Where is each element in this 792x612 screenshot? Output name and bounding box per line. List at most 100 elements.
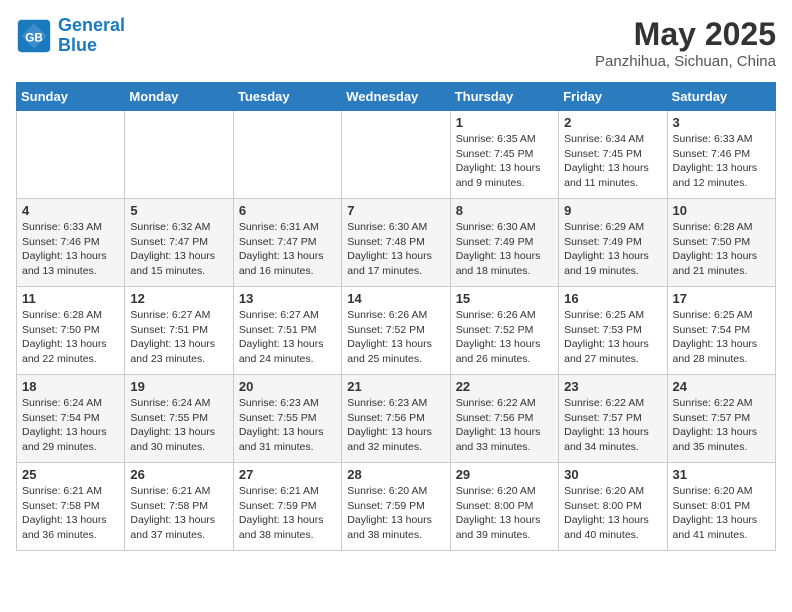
calendar-cell: 18 Sunrise: 6:24 AM Sunset: 7:54 PM Dayli… [17,375,125,463]
calendar-cell: 23 Sunrise: 6:22 AM Sunset: 7:57 PM Dayli… [559,375,667,463]
day-number: 22 [456,379,553,394]
month-year: May 2025 [595,16,776,53]
calendar-cell: 25 Sunrise: 6:21 AM Sunset: 7:58 PM Dayli… [17,463,125,551]
day-info: Sunrise: 6:30 AM Sunset: 7:49 PM Dayligh… [456,220,553,279]
day-info: Sunrise: 6:33 AM Sunset: 7:46 PM Dayligh… [22,220,119,279]
day-number: 9 [564,203,661,218]
location: Panzhihua, Sichuan, China [595,53,776,70]
day-number: 6 [239,203,336,218]
day-info: Sunrise: 6:22 AM Sunset: 7:57 PM Dayligh… [564,396,661,455]
weekday-header-row: SundayMondayTuesdayWednesdayThursdayFrid… [17,83,776,111]
day-info: Sunrise: 6:20 AM Sunset: 7:59 PM Dayligh… [347,484,444,543]
day-info: Sunrise: 6:22 AM Sunset: 7:56 PM Dayligh… [456,396,553,455]
day-number: 24 [673,379,770,394]
title-block: May 2025 Panzhihua, Sichuan, China [595,16,776,70]
svg-text:GB: GB [25,31,43,44]
calendar-cell: 11Sunrise: 6:28 AM Sunset: 7:50 PM Dayli… [17,287,125,375]
day-info: Sunrise: 6:31 AM Sunset: 7:47 PM Dayligh… [239,220,336,279]
calendar-cell: 29Sunrise: 6:20 AM Sunset: 8:00 PM Dayli… [450,463,558,551]
calendar-cell: 5Sunrise: 6:32 AM Sunset: 7:47 PM Daylig… [125,199,233,287]
weekday-header: Saturday [667,83,775,111]
day-number: 4 [22,203,119,218]
calendar-cell: 2 Sunrise: 6:34 AM Sunset: 7:45 PM Daylig… [559,111,667,199]
calendar-cell: 4 Sunrise: 6:33 AM Sunset: 7:46 PM Daylig… [17,199,125,287]
day-number: 20 [239,379,336,394]
day-number: 31 [673,467,770,482]
weekday-header: Sunday [17,83,125,111]
logo-icon: GB [16,18,52,54]
calendar-cell: 26 Sunrise: 6:21 AM Sunset: 7:58 PM Dayli… [125,463,233,551]
day-info: Sunrise: 6:26 AM Sunset: 7:52 PM Dayligh… [456,308,553,367]
day-number: 23 [564,379,661,394]
day-info: Sunrise: 6:20 AM Sunset: 8:00 PM Dayligh… [564,484,661,543]
day-number: 11 [22,291,119,306]
calendar-cell: 3Sunrise: 6:33 AM Sunset: 7:46 PM Daylig… [667,111,775,199]
calendar-cell: 15 Sunrise: 6:26 AM Sunset: 7:52 PM Dayli… [450,287,558,375]
calendar-cell: 27Sunrise: 6:21 AM Sunset: 7:59 PM Dayli… [233,463,341,551]
week-row: 25 Sunrise: 6:21 AM Sunset: 7:58 PM Dayli… [17,463,776,551]
logo-line2: Blue [58,35,97,55]
day-info: Sunrise: 6:27 AM Sunset: 7:51 PM Dayligh… [239,308,336,367]
day-number: 14 [347,291,444,306]
day-info: Sunrise: 6:20 AM Sunset: 8:01 PM Dayligh… [673,484,770,543]
day-info: Sunrise: 6:24 AM Sunset: 7:55 PM Dayligh… [130,396,227,455]
calendar-cell: 20 Sunrise: 6:23 AM Sunset: 7:55 PM Dayli… [233,375,341,463]
calendar-cell: 24 Sunrise: 6:22 AM Sunset: 7:57 PM Dayli… [667,375,775,463]
weekday-header: Thursday [450,83,558,111]
day-info: Sunrise: 6:22 AM Sunset: 7:57 PM Dayligh… [673,396,770,455]
day-info: Sunrise: 6:25 AM Sunset: 7:54 PM Dayligh… [673,308,770,367]
day-number: 17 [673,291,770,306]
calendar-cell: 14 Sunrise: 6:26 AM Sunset: 7:52 PM Dayli… [342,287,450,375]
calendar-cell: 1 Sunrise: 6:35 AM Sunset: 7:45 PM Daylig… [450,111,558,199]
calendar-cell: 13Sunrise: 6:27 AM Sunset: 7:51 PM Dayli… [233,287,341,375]
calendar-cell [233,111,341,199]
calendar-table: SundayMondayTuesdayWednesdayThursdayFrid… [16,82,776,551]
day-info: Sunrise: 6:23 AM Sunset: 7:55 PM Dayligh… [239,396,336,455]
calendar-cell: 10 Sunrise: 6:28 AM Sunset: 7:50 PM Dayli… [667,199,775,287]
logo-line1: General [58,15,125,35]
day-info: Sunrise: 6:20 AM Sunset: 8:00 PM Dayligh… [456,484,553,543]
logo: GB General Blue [16,16,125,56]
day-number: 3 [673,115,770,130]
day-number: 26 [130,467,227,482]
day-number: 1 [456,115,553,130]
page-header: GB General Blue May 2025 Panzhihua, Sich… [16,16,776,70]
day-number: 18 [22,379,119,394]
day-number: 19 [130,379,227,394]
day-info: Sunrise: 6:34 AM Sunset: 7:45 PM Dayligh… [564,132,661,191]
day-number: 10 [673,203,770,218]
day-info: Sunrise: 6:25 AM Sunset: 7:53 PM Dayligh… [564,308,661,367]
calendar-cell: 9 Sunrise: 6:29 AM Sunset: 7:49 PM Daylig… [559,199,667,287]
day-number: 12 [130,291,227,306]
calendar-cell: 19 Sunrise: 6:24 AM Sunset: 7:55 PM Dayli… [125,375,233,463]
day-info: Sunrise: 6:21 AM Sunset: 7:58 PM Dayligh… [130,484,227,543]
day-info: Sunrise: 6:26 AM Sunset: 7:52 PM Dayligh… [347,308,444,367]
day-info: Sunrise: 6:24 AM Sunset: 7:54 PM Dayligh… [22,396,119,455]
day-info: Sunrise: 6:29 AM Sunset: 7:49 PM Dayligh… [564,220,661,279]
day-info: Sunrise: 6:21 AM Sunset: 7:58 PM Dayligh… [22,484,119,543]
day-info: Sunrise: 6:30 AM Sunset: 7:48 PM Dayligh… [347,220,444,279]
calendar-cell: 6 Sunrise: 6:31 AM Sunset: 7:47 PM Daylig… [233,199,341,287]
day-number: 5 [130,203,227,218]
day-number: 25 [22,467,119,482]
day-number: 15 [456,291,553,306]
week-row: 1 Sunrise: 6:35 AM Sunset: 7:45 PM Daylig… [17,111,776,199]
day-number: 27 [239,467,336,482]
calendar-cell: 31 Sunrise: 6:20 AM Sunset: 8:01 PM Dayli… [667,463,775,551]
day-number: 2 [564,115,661,130]
weekday-header: Friday [559,83,667,111]
day-number: 30 [564,467,661,482]
calendar-cell: 8 Sunrise: 6:30 AM Sunset: 7:49 PM Daylig… [450,199,558,287]
day-info: Sunrise: 6:35 AM Sunset: 7:45 PM Dayligh… [456,132,553,191]
day-number: 21 [347,379,444,394]
calendar-cell: 22 Sunrise: 6:22 AM Sunset: 7:56 PM Dayli… [450,375,558,463]
calendar-cell: 7Sunrise: 6:30 AM Sunset: 7:48 PM Daylig… [342,199,450,287]
calendar-cell: 28Sunrise: 6:20 AM Sunset: 7:59 PM Dayli… [342,463,450,551]
calendar-cell [125,111,233,199]
day-number: 16 [564,291,661,306]
week-row: 18 Sunrise: 6:24 AM Sunset: 7:54 PM Dayli… [17,375,776,463]
calendar-cell: 17 Sunrise: 6:25 AM Sunset: 7:54 PM Dayli… [667,287,775,375]
day-number: 8 [456,203,553,218]
day-info: Sunrise: 6:28 AM Sunset: 7:50 PM Dayligh… [673,220,770,279]
calendar-cell: 21Sunrise: 6:23 AM Sunset: 7:56 PM Dayli… [342,375,450,463]
